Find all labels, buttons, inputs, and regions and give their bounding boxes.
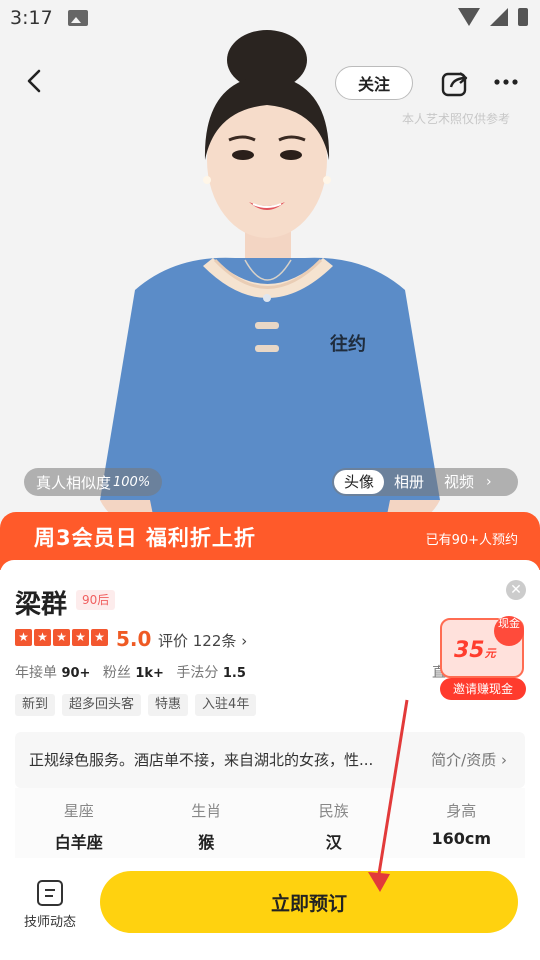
dynamics-icon xyxy=(37,880,63,906)
hero-media[interactable]: 3:17 关注 本人艺术照仅供参考 往约 真人相似度 100% 头像 相册 视频… xyxy=(0,0,540,545)
close-icon[interactable]: ✕ xyxy=(506,580,526,600)
info-value: 猴 xyxy=(198,833,215,852)
info-value: 汉 xyxy=(325,833,342,852)
wifi-icon xyxy=(458,8,480,26)
star-icon: ★ xyxy=(34,629,51,646)
status-bar: 3:17 xyxy=(0,0,540,36)
tab-video[interactable]: 视频 xyxy=(434,470,484,494)
cash-coupon-widget[interactable]: 35元 现金 邀请赚现金 xyxy=(436,612,528,702)
info-label: 星座 xyxy=(63,802,94,820)
chevron-right-icon: › xyxy=(501,751,507,769)
star-icon: ★ xyxy=(72,629,89,646)
age-badge: 90后 xyxy=(76,590,116,610)
similarity-badge: 真人相似度 100% xyxy=(24,468,163,496)
coupon-amount-unit: 元 xyxy=(484,647,496,660)
info-ethnicity: 民族 汉 xyxy=(270,788,398,858)
invite-cash-button[interactable]: 邀请赚现金 xyxy=(440,678,526,700)
back-icon[interactable] xyxy=(22,68,48,94)
stat-skill-value: 1.5 xyxy=(222,666,246,681)
svg-text:往约: 往约 xyxy=(330,333,366,355)
stat-orders-value: 90+ xyxy=(61,666,91,681)
tag: 特惠 xyxy=(148,694,189,716)
info-value: 160cm xyxy=(431,829,492,848)
stat-fans-label: 粉丝 xyxy=(102,665,131,681)
info-value: 白羊座 xyxy=(54,833,103,852)
tag: 新到 xyxy=(15,694,56,716)
star-icon: ★ xyxy=(15,629,32,646)
share-icon[interactable] xyxy=(440,68,470,98)
stat-orders-label: 年接单 xyxy=(15,665,57,681)
status-time: 3:17 xyxy=(10,7,53,29)
signal-icon xyxy=(490,8,508,26)
info-chinese-zodiac: 生肖 猴 xyxy=(143,788,271,858)
intro-text: 正规绿色服务。酒店单不接，来自湖北的女孩，性... xyxy=(29,751,374,769)
bottom-action-bar: 技师动态 立即预订 xyxy=(0,860,540,960)
info-label: 民族 xyxy=(318,802,349,820)
rating-score: 5.0 xyxy=(116,627,152,651)
coupon-amount-value: 35 xyxy=(454,638,485,663)
promo-title: 周3会员日 福利折上折 xyxy=(34,526,256,550)
gallery-icon xyxy=(68,10,88,26)
stat-fans-value: 1k+ xyxy=(135,666,164,681)
star-icon: ★ xyxy=(91,629,108,646)
coupon-amount: 35元 xyxy=(454,638,496,663)
info-height: 身高 160cm xyxy=(398,788,526,858)
therapist-stats: 年接单 90+ 粉丝 1k+ 手法分 1.5 xyxy=(15,662,254,682)
rating-stars: ★ ★ ★ ★ ★ xyxy=(15,629,108,646)
more-icon[interactable] xyxy=(492,72,520,92)
personal-info: 星座 白羊座 生肖 猴 民族 汉 身高 160cm xyxy=(15,788,525,858)
similarity-value: 100% xyxy=(113,474,151,490)
reviews-link[interactable]: 评价 122条 › xyxy=(158,630,247,651)
chevron-right-icon: › xyxy=(241,632,248,650)
tag: 超多回头客 xyxy=(62,694,142,716)
battery-icon xyxy=(518,8,528,26)
info-label: 生肖 xyxy=(191,802,222,820)
therapist-name: 梁群 xyxy=(15,590,68,620)
booked-count: 已有90+人预约 xyxy=(425,533,518,548)
intro-link-label: 简介/资质 xyxy=(431,751,497,769)
therapist-dynamics-button[interactable]: 技师动态 xyxy=(14,880,86,930)
chevron-right-icon[interactable]: › xyxy=(486,474,492,490)
photo-disclaimer: 本人艺术照仅供参考 xyxy=(401,112,510,126)
tag-list: 新到 超多回头客 特惠 入驻4年 xyxy=(15,694,257,716)
media-tabs: 头像 相册 视频 › xyxy=(332,468,518,496)
reviews-count: 评价 122条 xyxy=(158,632,237,650)
profile-card: 梁群 90后 ✕ ★ ★ ★ ★ ★ 5.0 评价 122条 › 年接单 90+… xyxy=(0,560,540,870)
info-label: 身高 xyxy=(446,802,477,820)
tab-album[interactable]: 相册 xyxy=(384,470,434,494)
coupon-cash-tag: 现金 xyxy=(494,616,524,646)
stat-skill-label: 手法分 xyxy=(176,665,219,681)
similarity-label: 真人相似度 xyxy=(36,473,112,492)
tag: 入驻4年 xyxy=(195,694,257,716)
follow-button[interactable]: 关注 xyxy=(335,66,413,100)
tab-avatar[interactable]: 头像 xyxy=(334,470,385,494)
info-zodiac: 星座 白羊座 xyxy=(15,788,143,858)
star-icon: ★ xyxy=(53,629,70,646)
status-icons xyxy=(458,8,528,26)
intro-qualification-link[interactable]: 简介/资质 › xyxy=(431,749,507,770)
dynamics-label: 技师动态 xyxy=(23,915,76,930)
book-now-button[interactable]: 立即预订 xyxy=(100,871,518,933)
intro-section[interactable]: 正规绿色服务。酒店单不接，来自湖北的女孩，性... 简介/资质 › xyxy=(15,732,525,788)
